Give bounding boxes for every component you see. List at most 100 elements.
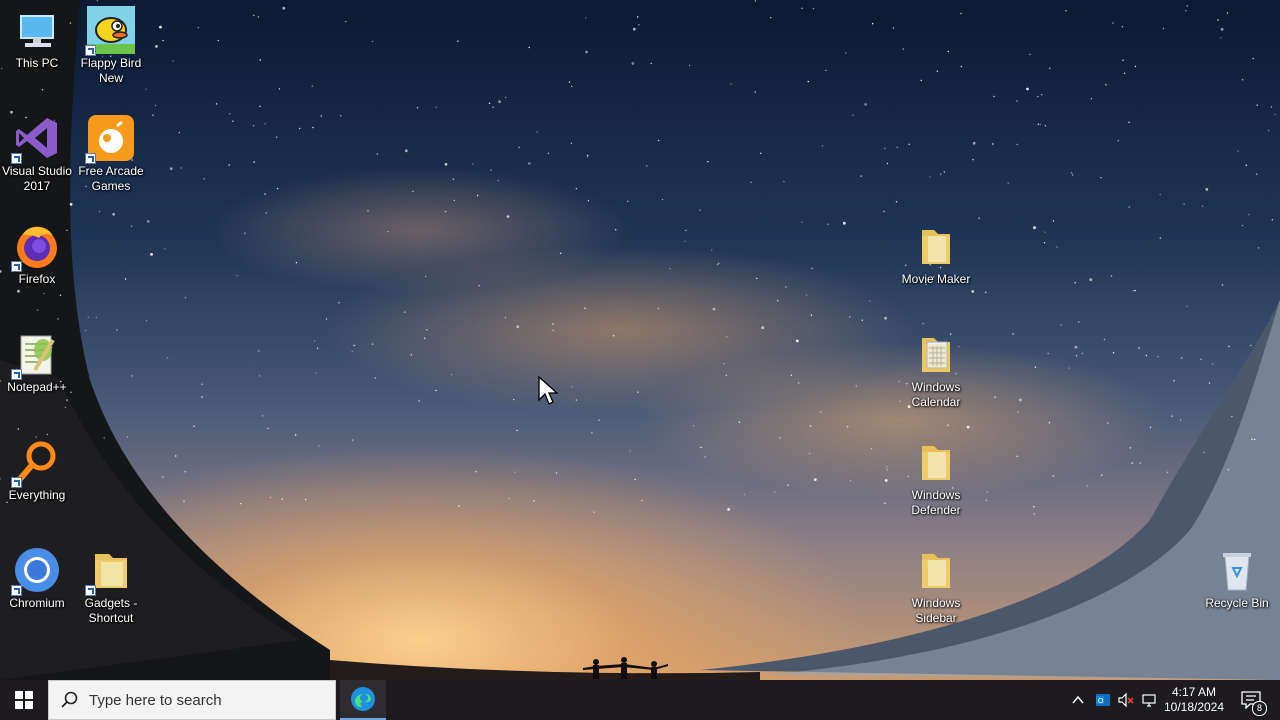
star	[498, 100, 501, 104]
star	[130, 225, 133, 227]
star	[265, 212, 267, 214]
desktop-icon-visual-studio[interactable]: Visual Studio 2017	[0, 108, 74, 194]
star	[805, 294, 808, 296]
desktop-icon-windows-calendar[interactable]: Windows Calendar	[899, 324, 973, 410]
star	[66, 399, 68, 401]
star	[1221, 284, 1224, 286]
star	[1220, 28, 1224, 31]
desktop-icon-label: Visual Studio 2017	[2, 164, 72, 193]
desktop-icon-notepadpp[interactable]: Notepad++	[0, 324, 74, 395]
star	[726, 336, 728, 338]
star	[960, 12, 962, 15]
star	[1171, 415, 1173, 417]
star	[253, 14, 255, 17]
desktop-icon-firefox[interactable]: Firefox	[0, 216, 74, 287]
star	[217, 39, 219, 42]
star	[1105, 84, 1107, 86]
star	[1112, 352, 1115, 354]
desktop-icon-windows-defender[interactable]: Windows Defender	[899, 432, 973, 518]
star	[518, 146, 520, 149]
chevron-up-icon[interactable]	[1070, 692, 1086, 708]
star	[193, 425, 195, 427]
desktop-icon-movie-maker[interactable]: Movie Maker	[899, 216, 973, 287]
star	[476, 194, 479, 197]
star	[131, 375, 133, 377]
star	[811, 267, 813, 270]
star	[1016, 143, 1018, 146]
star	[1075, 355, 1078, 357]
taskbar-clock[interactable]: 4:17 AM 10/18/2024	[1160, 680, 1228, 720]
star	[704, 456, 706, 458]
star	[1134, 65, 1137, 68]
star	[810, 314, 813, 316]
folder-icon	[912, 438, 960, 486]
star	[637, 16, 639, 18]
star	[232, 120, 234, 122]
star	[807, 80, 809, 83]
star	[560, 252, 562, 254]
shortcut-arrow-icon	[11, 585, 22, 596]
star	[1157, 356, 1159, 358]
star	[1180, 419, 1182, 421]
action-center-button[interactable]: 8	[1234, 680, 1268, 720]
star	[552, 329, 554, 331]
star	[1237, 150, 1239, 152]
network-icon[interactable]	[1142, 692, 1158, 708]
star	[1029, 53, 1031, 56]
star	[1256, 173, 1258, 175]
star	[1049, 67, 1051, 70]
desktop-icon-windows-sidebar[interactable]: Windows Sidebar	[899, 540, 973, 626]
desktop-icon-gadgets-shortcut[interactable]: Gadgets - Shortcut	[74, 540, 148, 626]
desktop-icon-free-arcade-games[interactable]: Free Arcade Games	[74, 108, 148, 194]
outlook-icon[interactable]: O	[1095, 692, 1111, 708]
star	[1107, 422, 1109, 424]
star	[986, 491, 989, 493]
star	[1166, 471, 1169, 473]
star	[453, 199, 455, 202]
desktop-icon-recycle-bin[interactable]: Recycle Bin	[1200, 540, 1274, 611]
star	[884, 479, 888, 482]
star	[533, 500, 535, 502]
desktop-icon-this-pc[interactable]: This PC	[0, 0, 74, 71]
star	[516, 429, 518, 432]
desktop-icon-flappy-bird[interactable]: Flappy Bird New	[74, 0, 148, 86]
start-button[interactable]	[0, 680, 48, 720]
star	[1251, 438, 1253, 440]
desktop-icon-everything[interactable]: Everything	[0, 432, 74, 503]
volume-muted-icon[interactable]	[1118, 692, 1134, 708]
star	[240, 503, 242, 505]
desktop-icon-chromium[interactable]: Chromium	[0, 540, 74, 611]
star	[513, 398, 515, 401]
star	[960, 65, 963, 68]
star	[1133, 290, 1135, 292]
star	[1078, 321, 1080, 323]
star	[685, 229, 687, 232]
taskbar-search-box[interactable]: Type here to search	[48, 680, 336, 720]
star	[36, 309, 39, 311]
star	[253, 161, 255, 163]
star	[1090, 98, 1093, 100]
star	[175, 455, 177, 457]
star	[1034, 366, 1037, 368]
star	[809, 425, 812, 427]
folder-icon	[85, 546, 135, 596]
star	[258, 350, 260, 352]
taskbar: Type here to search O 4:17 AM 10/18/2024…	[0, 680, 1280, 720]
star	[760, 152, 762, 154]
taskbar-app-edge[interactable]	[340, 680, 386, 720]
star	[587, 200, 590, 202]
star	[1202, 205, 1204, 207]
star	[1019, 398, 1022, 402]
star	[478, 285, 480, 287]
desktop-icon-label: Windows Calendar	[911, 380, 961, 409]
star	[1186, 5, 1188, 7]
star	[571, 386, 573, 388]
star	[169, 167, 173, 171]
star	[1033, 226, 1036, 230]
star	[1228, 345, 1230, 348]
star	[1128, 121, 1130, 124]
star	[514, 471, 516, 473]
star	[940, 173, 942, 175]
star	[1252, 57, 1254, 60]
star	[929, 176, 931, 178]
